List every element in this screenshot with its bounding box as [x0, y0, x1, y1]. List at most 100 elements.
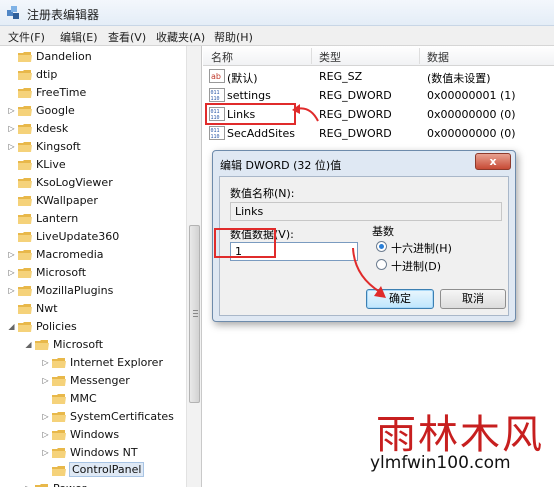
folder-icon: [35, 339, 49, 351]
tree-item[interactable]: ▷ Internet Explorer: [0, 354, 186, 372]
tree-item[interactable]: ▷ Windows NT: [0, 444, 186, 462]
dword-value-icon: 011 110: [209, 126, 225, 140]
tree-item[interactable]: KLive: [0, 156, 186, 174]
tree-item-label: KWallpaper: [36, 194, 98, 207]
tree-item[interactable]: ◢ Policies: [0, 318, 186, 336]
decimal-radio-label[interactable]: 十进制(D): [391, 258, 441, 274]
menu-favorites[interactable]: 收藏夹(A): [156, 29, 205, 45]
value-row[interactable]: 011 110 SecAddSites REG_DWORD 0x00000000 (0): [203, 124, 554, 143]
folder-icon: [18, 105, 32, 117]
tree-item[interactable]: ▷ Microsoft: [0, 264, 186, 282]
annotation-arrow-icon: [292, 104, 319, 122]
menu-bar: 文件(F) 编辑(E) 查看(V) 收藏夹(A) 帮助(H): [0, 26, 554, 46]
collapsed-triangle-icon[interactable]: ▷: [41, 357, 50, 369]
folder-icon: [18, 303, 32, 315]
dword-value-icon: 011 110: [209, 88, 225, 102]
tree-item[interactable]: FreeTime: [0, 84, 186, 102]
annotation-arrow-ok-icon: [352, 247, 386, 298]
tree-scrollbar[interactable]: [186, 46, 201, 487]
expanded-triangle-icon[interactable]: ◢: [24, 339, 33, 351]
tree-item[interactable]: ▷ Kingsoft: [0, 138, 186, 156]
tree-item[interactable]: KWallpaper: [0, 192, 186, 210]
tree-item-label: KLive: [36, 158, 66, 171]
annotation-data-highlight: [214, 228, 276, 258]
value-name-cell: SecAddSites: [227, 127, 295, 140]
value-type-cell: REG_SZ: [319, 70, 363, 83]
tree-item[interactable]: MMC: [0, 390, 186, 408]
collapsed-triangle-icon[interactable]: ▷: [7, 141, 16, 153]
tree-item[interactable]: KsoLogViewer: [0, 174, 186, 192]
collapsed-triangle-icon[interactable]: ▷: [24, 483, 33, 487]
cancel-button[interactable]: 取消: [440, 289, 506, 309]
no-expander: [7, 195, 16, 207]
tree-item[interactable]: Nwt: [0, 300, 186, 318]
column-type-header[interactable]: 类型: [319, 49, 341, 65]
menu-file[interactable]: 文件(F): [8, 29, 45, 45]
tree-item-label: FreeTime: [36, 86, 87, 99]
string-value-icon: ab: [209, 69, 225, 83]
folder-icon: [18, 51, 32, 63]
no-expander: [41, 465, 50, 477]
collapsed-triangle-icon[interactable]: ▷: [7, 123, 16, 135]
collapsed-triangle-icon[interactable]: ▷: [7, 105, 16, 117]
tree-item-label: Messenger: [70, 374, 130, 387]
no-expander: [7, 87, 16, 99]
tree-item[interactable]: ▷ Google: [0, 102, 186, 120]
folder-icon: [18, 159, 32, 171]
tree-item[interactable]: ▷ Power: [0, 480, 186, 487]
tree-item[interactable]: Lantern: [0, 210, 186, 228]
dialog-close-button[interactable]: x: [475, 153, 511, 170]
column-name-header[interactable]: 名称: [211, 49, 233, 65]
expanded-triangle-icon[interactable]: ◢: [7, 321, 16, 333]
menu-view[interactable]: 查看(V): [108, 29, 146, 45]
tree-item[interactable]: LiveUpdate360: [0, 228, 186, 246]
tree-item[interactable]: ◢ Microsoft: [0, 336, 186, 354]
value-name-cell: settings: [227, 89, 271, 102]
collapsed-triangle-icon[interactable]: ▷: [41, 447, 50, 459]
folder-icon: [18, 195, 32, 207]
value-row[interactable]: ab (默认) REG_SZ (数值未设置): [203, 67, 554, 86]
collapsed-triangle-icon[interactable]: ▷: [7, 267, 16, 279]
tree-item-label: Macromedia: [36, 248, 104, 261]
collapsed-triangle-icon[interactable]: ▷: [41, 375, 50, 387]
menu-edit[interactable]: 编辑(E): [60, 29, 98, 45]
folder-icon: [18, 177, 32, 189]
tree-scrollbar-thumb[interactable]: [189, 225, 200, 403]
folder-icon: [52, 447, 66, 459]
watermark-logo: 雨林木风: [376, 412, 544, 458]
tree-item-label: dtip: [36, 68, 58, 81]
no-expander: [7, 177, 16, 189]
no-expander: [7, 69, 16, 81]
tree-item[interactable]: Dandelion: [0, 48, 186, 66]
annotation-links-highlight: [205, 103, 296, 125]
tree-item-label: Windows: [70, 428, 120, 441]
collapsed-triangle-icon[interactable]: ▷: [7, 249, 16, 261]
folder-icon: [35, 483, 49, 487]
tree-item[interactable]: ▷ MozillaPlugins: [0, 282, 186, 300]
window-title: 注册表编辑器: [27, 8, 100, 22]
tree-item-label: KsoLogViewer: [36, 176, 113, 189]
tree-item[interactable]: ControlPanel: [0, 462, 186, 480]
list-header: 名称 类型 数据: [203, 46, 554, 66]
folder-icon: [18, 69, 32, 81]
tree-item[interactable]: ▷ Messenger: [0, 372, 186, 390]
collapsed-triangle-icon[interactable]: ▷: [7, 285, 16, 297]
folder-icon: [18, 267, 32, 279]
registry-key-tree[interactable]: Dandelion dtip FreeTime ▷ Google ▷ kdesk ▷ Kings…: [0, 46, 202, 487]
value-data-cell: (数值未设置): [427, 72, 491, 85]
column-data-header[interactable]: 数据: [427, 49, 449, 65]
watermark-url: ylmfwin100.com: [370, 453, 511, 473]
collapsed-triangle-icon[interactable]: ▷: [41, 411, 50, 423]
tree-item-label: MMC: [70, 392, 97, 405]
tree-item[interactable]: ▷ Macromedia: [0, 246, 186, 264]
value-data-cell: 0x00000000 (0): [427, 127, 516, 140]
tree-item[interactable]: ▷ SystemCertificates: [0, 408, 186, 426]
tree-item[interactable]: ▷ kdesk: [0, 120, 186, 138]
menu-help[interactable]: 帮助(H): [214, 29, 253, 45]
folder-icon: [18, 87, 32, 99]
hex-radio-label[interactable]: 十六进制(H): [391, 240, 452, 256]
no-expander: [41, 393, 50, 405]
tree-item[interactable]: dtip: [0, 66, 186, 84]
tree-item[interactable]: ▷ Windows: [0, 426, 186, 444]
collapsed-triangle-icon[interactable]: ▷: [41, 429, 50, 441]
